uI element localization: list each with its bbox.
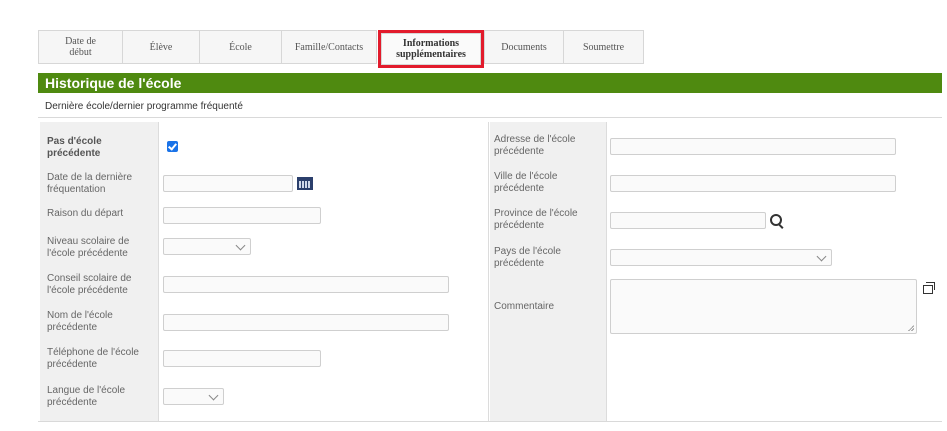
chevron-down-icon	[816, 251, 827, 262]
tab-label: École	[229, 41, 252, 53]
label-previous-school-city: Ville de l'école précédente	[494, 171, 558, 194]
last-attendance-date-input[interactable]	[163, 175, 293, 192]
no-previous-school-checkbox[interactable]	[167, 141, 178, 152]
previous-school-language-select[interactable]	[163, 388, 224, 405]
tab-label: Documents	[501, 41, 547, 53]
label-previous-school-language: Langue de l'école précédente	[47, 385, 126, 408]
label-reason-for-leaving: Raison du départ	[47, 208, 124, 219]
label-previous-school-name: Nom de l'école précédente	[47, 310, 113, 333]
tab-label: début	[69, 47, 92, 58]
tab-label: Élève	[149, 41, 173, 53]
chevron-down-icon	[235, 240, 246, 251]
label-previous-school-address: Adresse de l'école précédente	[494, 134, 576, 157]
column-divider	[158, 122, 159, 421]
right-label-column	[490, 122, 606, 421]
calendar-icon[interactable]	[297, 177, 313, 190]
label-previous-school-province: Province de l'école précédente	[494, 208, 578, 231]
label-last-attendance-date: Date de la dernière fréquentation	[47, 172, 133, 195]
tab-date-debut[interactable]: Date de début	[38, 30, 123, 64]
label-previous-school-grade: Niveau scolaire de l'école précédente	[47, 236, 130, 259]
label-previous-school-country: Pays de l'école précédente	[494, 246, 561, 269]
label-no-previous-school: Pas d'école précédente	[47, 136, 102, 159]
previous-school-name-input[interactable]	[163, 314, 449, 331]
form-bottom-border	[38, 421, 942, 422]
reason-for-leaving-input[interactable]	[163, 207, 321, 224]
section-title: Historique de l'école	[38, 73, 942, 93]
label-previous-school-board: Conseil scolaire de l'école précédente	[47, 273, 132, 296]
previous-school-city-input[interactable]	[610, 175, 896, 192]
tab-ecole[interactable]: École	[199, 30, 282, 64]
column-divider	[606, 122, 607, 421]
resize-grip-icon[interactable]	[908, 325, 914, 331]
column-divider	[488, 122, 489, 421]
tab-eleve[interactable]: Élève	[122, 30, 200, 64]
tab-label: Date de	[65, 36, 96, 47]
previous-school-country-select[interactable]	[610, 249, 832, 266]
popout-icon[interactable]	[923, 282, 935, 294]
label-comment: Commentaire	[494, 301, 555, 312]
search-icon[interactable]	[770, 214, 782, 226]
tab-soumettre[interactable]: Soumettre	[563, 30, 644, 64]
tab-documents[interactable]: Documents	[484, 30, 564, 64]
previous-school-board-input[interactable]	[163, 276, 449, 293]
active-tab-highlight	[378, 30, 484, 68]
tab-famille-contacts[interactable]: Famille/Contacts	[281, 30, 377, 64]
previous-school-grade-select[interactable]	[163, 238, 251, 255]
tab-label: Soumettre	[582, 41, 625, 53]
section-subtitle: Dernière école/dernier programme fréquen…	[38, 96, 942, 118]
previous-school-phone-input[interactable]	[163, 350, 321, 367]
comment-textarea[interactable]	[610, 279, 917, 334]
tab-label: Famille/Contacts	[294, 41, 364, 53]
previous-school-province-input[interactable]	[610, 212, 766, 229]
previous-school-address-input[interactable]	[610, 138, 896, 155]
left-label-column	[40, 122, 158, 421]
chevron-down-icon	[208, 390, 219, 401]
label-previous-school-phone: Téléphone de l'école précédente	[47, 347, 139, 370]
